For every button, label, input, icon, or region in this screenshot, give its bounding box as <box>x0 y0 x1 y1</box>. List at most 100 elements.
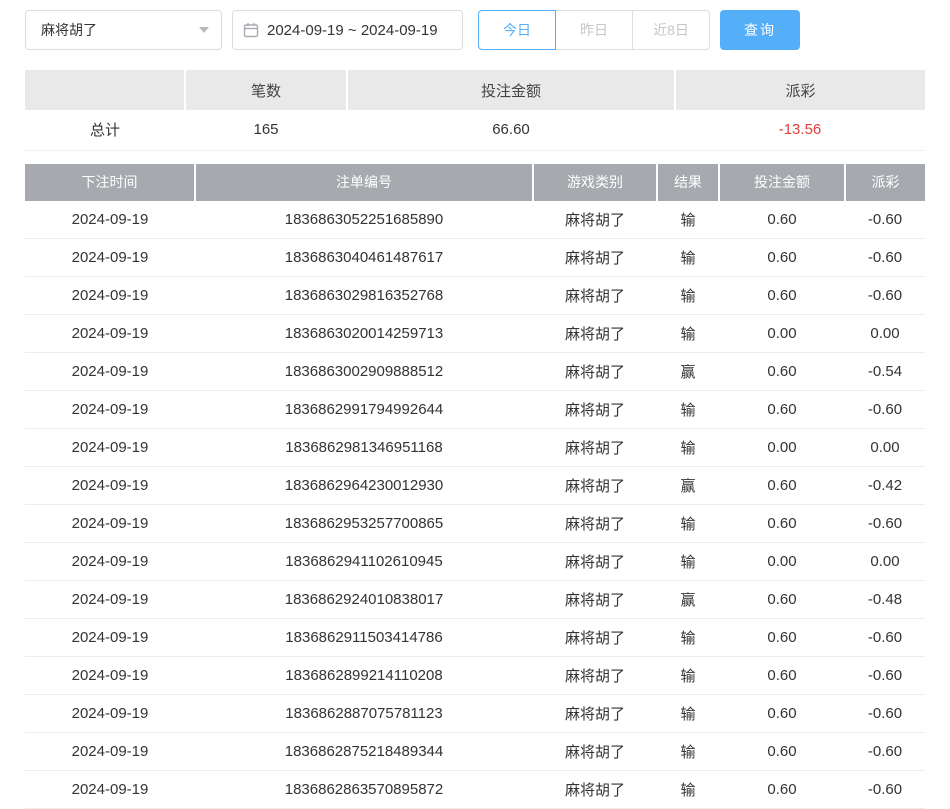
cell-time: 2024-09-19 <box>25 543 195 581</box>
table-row: 2024-09-191836862991794992644麻将胡了输0.60-0… <box>25 391 925 429</box>
game-select[interactable]: 麻将胡了 <box>25 10 222 50</box>
table-row: 2024-09-191836863040461487617麻将胡了输0.60-0… <box>25 239 925 277</box>
summary-cell: -13.56 <box>675 110 925 150</box>
quick-filter-today[interactable]: 今日 <box>478 10 556 50</box>
cell-amount: 0.60 <box>719 581 845 619</box>
table-row: 2024-09-191836863029816352768麻将胡了输0.60-0… <box>25 277 925 315</box>
records-body: 2024-09-191836863052251685890麻将胡了输0.60-0… <box>25 201 925 809</box>
cell-result: 赢 <box>657 581 719 619</box>
cell-result: 输 <box>657 277 719 315</box>
cell-bet-id: 1836863002909888512 <box>195 353 533 391</box>
cell-game: 麻将胡了 <box>533 619 657 657</box>
cell-time: 2024-09-19 <box>25 695 195 733</box>
table-row: 2024-09-191836862863570895872麻将胡了输0.60-0… <box>25 771 925 809</box>
cell-time: 2024-09-19 <box>25 505 195 543</box>
cell-payout: -0.60 <box>845 695 925 733</box>
cell-result: 赢 <box>657 353 719 391</box>
cell-time: 2024-09-19 <box>25 771 195 809</box>
cell-result: 赢 <box>657 467 719 505</box>
cell-bet-id: 1836863040461487617 <box>195 239 533 277</box>
date-range-input[interactable]: 2024-09-19 ~ 2024-09-19 <box>232 10 463 50</box>
cell-bet-id: 1836863020014259713 <box>195 315 533 353</box>
cell-game: 麻将胡了 <box>533 391 657 429</box>
table-row: 2024-09-191836863020014259713麻将胡了输0.000.… <box>25 315 925 353</box>
cell-amount: 0.60 <box>719 695 845 733</box>
cell-payout: -0.54 <box>845 353 925 391</box>
column-header-time: 下注时间 <box>25 164 195 201</box>
cell-result: 输 <box>657 391 719 429</box>
cell-amount: 0.60 <box>719 239 845 277</box>
summary-table: 笔数投注金额派彩 总计16566.60-13.56 <box>25 70 925 151</box>
records-table: 下注时间注单编号游戏类别结果投注金额派彩 2024-09-19183686305… <box>25 164 925 809</box>
quick-filter-yesterday[interactable]: 昨日 <box>555 10 633 50</box>
summary-total-row: 总计16566.60-13.56 <box>25 110 925 150</box>
cell-result: 输 <box>657 505 719 543</box>
table-row: 2024-09-191836862887075781123麻将胡了输0.60-0… <box>25 695 925 733</box>
table-row: 2024-09-191836862953257700865麻将胡了输0.60-0… <box>25 505 925 543</box>
cell-game: 麻将胡了 <box>533 581 657 619</box>
summary-header-cell <box>25 70 185 110</box>
records-header-row: 下注时间注单编号游戏类别结果投注金额派彩 <box>25 164 925 201</box>
cell-result: 输 <box>657 619 719 657</box>
cell-bet-id: 1836862875218489344 <box>195 733 533 771</box>
cell-payout: 0.00 <box>845 315 925 353</box>
game-select-value: 麻将胡了 <box>41 20 97 40</box>
cell-amount: 0.60 <box>719 353 845 391</box>
cell-result: 输 <box>657 201 719 239</box>
cell-time: 2024-09-19 <box>25 467 195 505</box>
cell-result: 输 <box>657 543 719 581</box>
cell-amount: 0.60 <box>719 201 845 239</box>
cell-game: 麻将胡了 <box>533 467 657 505</box>
query-button[interactable]: 查询 <box>720 10 800 50</box>
cell-time: 2024-09-19 <box>25 315 195 353</box>
table-row: 2024-09-191836862875218489344麻将胡了输0.60-0… <box>25 733 925 771</box>
cell-amount: 0.60 <box>719 619 845 657</box>
quick-filter-group: 今日 昨日 近8日 <box>478 10 710 50</box>
cell-payout: -0.60 <box>845 771 925 809</box>
cell-payout: -0.60 <box>845 733 925 771</box>
cell-game: 麻将胡了 <box>533 733 657 771</box>
calendar-icon <box>243 22 259 38</box>
cell-game: 麻将胡了 <box>533 657 657 695</box>
cell-time: 2024-09-19 <box>25 277 195 315</box>
cell-game: 麻将胡了 <box>533 353 657 391</box>
cell-payout: -0.42 <box>845 467 925 505</box>
cell-payout: -0.60 <box>845 619 925 657</box>
chevron-down-icon <box>199 27 209 33</box>
table-row: 2024-09-191836862899214110208麻将胡了输0.60-0… <box>25 657 925 695</box>
column-header-payout: 派彩 <box>845 164 925 201</box>
date-range-value: 2024-09-19 ~ 2024-09-19 <box>267 22 438 39</box>
summary-cell: 66.60 <box>347 110 675 150</box>
column-header-game: 游戏类别 <box>533 164 657 201</box>
betting-records-page: 麻将胡了 2024-09-19 ~ 2024-09-19 今日 昨日 近8日 查… <box>0 0 950 809</box>
table-row: 2024-09-191836862981346951168麻将胡了输0.000.… <box>25 429 925 467</box>
cell-game: 麻将胡了 <box>533 239 657 277</box>
cell-bet-id: 1836862924010838017 <box>195 581 533 619</box>
toolbar: 麻将胡了 2024-09-19 ~ 2024-09-19 今日 昨日 近8日 查… <box>25 10 925 50</box>
cell-bet-id: 1836863029816352768 <box>195 277 533 315</box>
cell-result: 输 <box>657 239 719 277</box>
table-row: 2024-09-191836863052251685890麻将胡了输0.60-0… <box>25 201 925 239</box>
cell-payout: -0.60 <box>845 391 925 429</box>
cell-bet-id: 1836862911503414786 <box>195 619 533 657</box>
cell-bet-id: 1836862899214110208 <box>195 657 533 695</box>
cell-time: 2024-09-19 <box>25 353 195 391</box>
cell-amount: 0.60 <box>719 733 845 771</box>
cell-time: 2024-09-19 <box>25 619 195 657</box>
cell-game: 麻将胡了 <box>533 277 657 315</box>
quick-filter-last8days[interactable]: 近8日 <box>632 10 710 50</box>
cell-bet-id: 1836863052251685890 <box>195 201 533 239</box>
cell-bet-id: 1836862964230012930 <box>195 467 533 505</box>
cell-bet-id: 1836862941102610945 <box>195 543 533 581</box>
cell-time: 2024-09-19 <box>25 733 195 771</box>
cell-result: 输 <box>657 771 719 809</box>
cell-result: 输 <box>657 657 719 695</box>
cell-game: 麻将胡了 <box>533 543 657 581</box>
cell-time: 2024-09-19 <box>25 239 195 277</box>
cell-payout: -0.60 <box>845 239 925 277</box>
cell-payout: -0.48 <box>845 581 925 619</box>
cell-game: 麻将胡了 <box>533 505 657 543</box>
cell-game: 麻将胡了 <box>533 429 657 467</box>
summary-cell: 165 <box>185 110 347 150</box>
cell-bet-id: 1836862991794992644 <box>195 391 533 429</box>
